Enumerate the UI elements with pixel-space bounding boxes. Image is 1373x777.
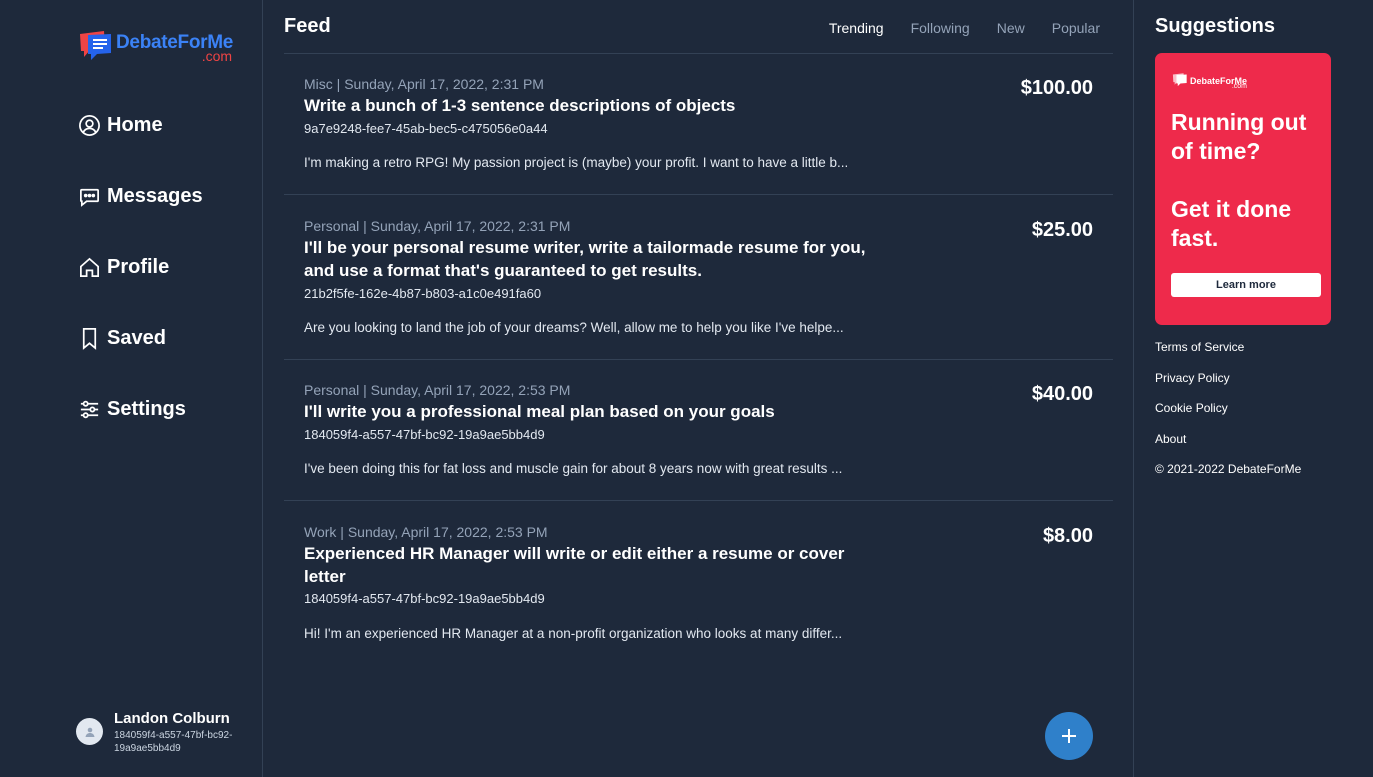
tab-new[interactable]: New xyxy=(997,20,1025,36)
post-meta: Personal | Sunday, April 17, 2022, 2:53 … xyxy=(304,382,571,398)
tab-following[interactable]: Following xyxy=(911,20,970,36)
logo-chat-icon xyxy=(1172,73,1187,87)
nav-item-saved[interactable]: Saved xyxy=(78,321,203,355)
sliders-icon xyxy=(80,400,99,418)
post-price: $40.00 xyxy=(1031,383,1093,405)
list-item[interactable]: Personal | Sunday, April 17, 2022, 2:53 … xyxy=(284,360,1113,501)
suggestions-title: Suggestions xyxy=(1155,15,1276,37)
logo-suffix: .com xyxy=(201,48,233,64)
plus-icon xyxy=(1062,729,1076,743)
terms-link[interactable]: Terms of Service xyxy=(1155,340,1244,371)
current-user[interactable]: Landon Colburn 184059f4-a557-47bf-bc92-1… xyxy=(76,710,242,755)
feed-tabs: Trending Following New Popular xyxy=(802,20,1100,36)
privacy-link[interactable]: Privacy Policy xyxy=(1155,371,1244,402)
logo[interactable]: DebateForMe .com xyxy=(78,26,233,64)
tab-popular[interactable]: Popular xyxy=(1052,20,1100,36)
nav-label-profile: Profile xyxy=(107,255,170,278)
logo-chat-icon xyxy=(78,26,114,62)
feed: Feed Trending Following New Popular Misc… xyxy=(263,0,1134,777)
bookmark-icon xyxy=(82,327,97,350)
user-silhouette-icon xyxy=(85,727,94,737)
post-description: Are you looking to land the job of your … xyxy=(304,320,844,335)
ad-headline-2: Get it done fast. xyxy=(1171,196,1292,251)
nav-item-messages[interactable]: Messages xyxy=(78,179,203,213)
left-sidebar: DebateForMe .com Home Messages Profile S… xyxy=(0,0,263,777)
post-description: Hi! I'm an experienced HR Manager at a n… xyxy=(304,626,843,641)
post-price: $100.00 xyxy=(1020,77,1093,99)
post-title[interactable]: I'll write you a professional meal plan … xyxy=(304,400,874,423)
nav-item-profile[interactable]: Profile xyxy=(78,250,203,284)
nav-label-settings: Settings xyxy=(107,397,186,420)
app: DebateForMe .com Home Messages Profile S… xyxy=(0,0,1373,777)
learn-more-button[interactable]: Learn more xyxy=(1171,273,1321,297)
about-link[interactable]: About xyxy=(1155,432,1244,463)
user-id: 184059f4-a557-47bf-bc92-19a9ae5bb4d9 xyxy=(114,730,233,754)
cookie-link[interactable]: Cookie Policy xyxy=(1155,401,1244,432)
list-item[interactable]: Misc | Sunday, April 17, 2022, 2:31 PM W… xyxy=(284,55,1113,195)
post-meta: Personal | Sunday, April 17, 2022, 2:31 … xyxy=(304,218,571,234)
copyright: © 2021-2022 DebateForMe xyxy=(1155,462,1302,476)
ad-logo: DebateForMe .com xyxy=(1172,71,1248,90)
main-nav: Home Messages Profile Saved Settings xyxy=(78,108,203,463)
post-price: $8.00 xyxy=(1042,525,1093,547)
post-id: 9a7e9248-fee7-45ab-bec5-c475056e0a44 xyxy=(304,121,548,136)
post-meta: Misc | Sunday, April 17, 2022, 2:31 PM xyxy=(304,76,544,92)
nav-item-settings[interactable]: Settings xyxy=(78,392,203,426)
logo-text: DebateForMe .com xyxy=(116,26,233,64)
list-item[interactable]: Personal | Sunday, April 17, 2022, 2:31 … xyxy=(284,195,1113,360)
house-icon xyxy=(80,257,99,277)
post-meta: Work | Sunday, April 17, 2022, 2:53 PM xyxy=(304,524,548,540)
ad-logo-suffix: .com xyxy=(1231,83,1248,90)
post-id: 184059f4-a557-47bf-bc92-19a9ae5bb4d9 xyxy=(304,427,545,442)
post-description: I've been doing this for fat loss and mu… xyxy=(304,461,843,476)
user-circle-icon xyxy=(79,114,100,136)
user-info: Landon Colburn 184059f4-a557-47bf-bc92-1… xyxy=(114,710,242,755)
feed-header: Feed Trending Following New Popular xyxy=(284,0,1113,54)
nav-label-saved: Saved xyxy=(107,326,166,349)
footer-links: Terms of Service Privacy Policy Cookie P… xyxy=(1155,340,1244,462)
avatar xyxy=(76,718,103,745)
post-price: $25.00 xyxy=(1031,219,1093,241)
page-title: Feed xyxy=(284,15,331,37)
post-id: 21b2f5fe-162e-4b87-b803-a1c0e491fa60 xyxy=(304,286,542,301)
post-title[interactable]: Experienced HR Manager will write or edi… xyxy=(304,542,874,588)
post-title[interactable]: Write a bunch of 1-3 sentence descriptio… xyxy=(304,94,874,117)
nav-item-home[interactable]: Home xyxy=(78,108,203,142)
tab-trending[interactable]: Trending xyxy=(829,20,884,36)
ad-banner[interactable]: DebateForMe .com Running out of time? Ge… xyxy=(1155,53,1331,325)
user-name: Landon Colburn xyxy=(114,710,230,727)
right-sidebar: Suggestions DebateForMe .com Running out… xyxy=(1135,0,1373,777)
nav-label-messages: Messages xyxy=(107,184,203,207)
nav-label-home: Home xyxy=(107,113,163,136)
post-title[interactable]: I'll be your personal resume writer, wri… xyxy=(304,236,874,282)
new-post-button[interactable] xyxy=(1045,712,1093,760)
list-item[interactable]: Work | Sunday, April 17, 2022, 2:53 PM E… xyxy=(284,501,1113,666)
post-id: 184059f4-a557-47bf-bc92-19a9ae5bb4d9 xyxy=(304,591,545,606)
chat-bubble-icon xyxy=(80,188,99,207)
post-description: I'm making a retro RPG! My passion proje… xyxy=(304,155,849,170)
ad-headline-1: Running out of time? xyxy=(1171,109,1307,164)
